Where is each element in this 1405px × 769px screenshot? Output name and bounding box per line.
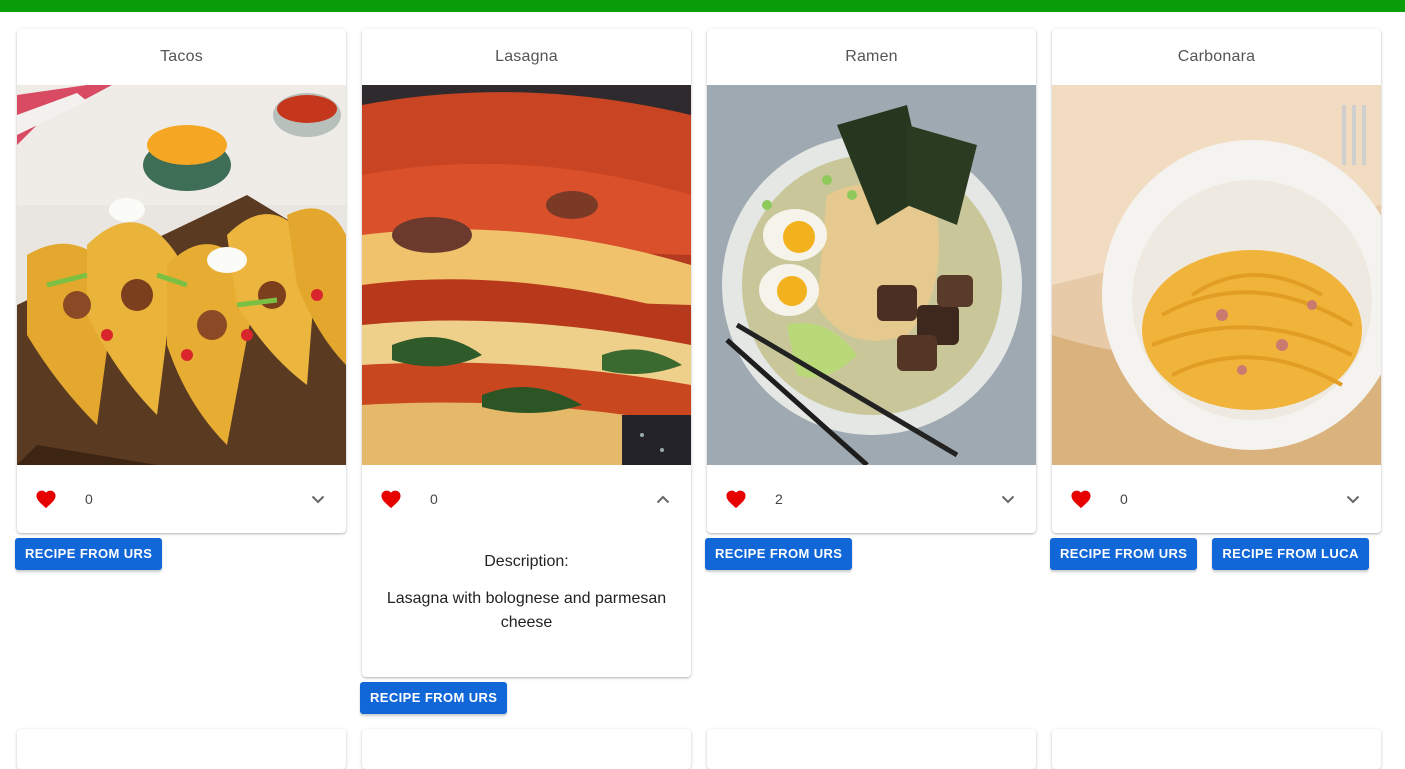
card-actions: 0 <box>17 465 346 533</box>
recipe-from-urs-button[interactable]: RECIPE FROM URS <box>360 682 508 714</box>
chevron-up-icon[interactable] <box>651 487 675 511</box>
recipe-card-next-row <box>17 729 346 769</box>
recipe-from-urs-button[interactable]: RECIPE FROM URS <box>15 538 163 570</box>
ramen-photo <box>707 85 1036 465</box>
recipe-column-lasagna: Lasagna 0 Description: Lasagna with bolo… <box>360 29 691 714</box>
recipe-card-next-row <box>707 729 1036 769</box>
recipe-buttons: RECIPE FROM URS <box>705 538 1036 570</box>
recipe-card: Ramen 2 <box>707 29 1036 533</box>
card-description: Description: Lasagna with bolognese and … <box>362 533 691 677</box>
heart-icon[interactable] <box>723 486 749 512</box>
tacos-photo <box>17 85 346 465</box>
card-actions: 2 <box>707 465 1036 533</box>
recipe-card: Carbonara 0 <box>1052 29 1381 533</box>
card-title: Lasagna <box>495 48 558 65</box>
recipe-buttons: RECIPE FROM URS <box>15 538 346 570</box>
description-heading: Description: <box>484 553 569 570</box>
card-title: Ramen <box>845 48 898 65</box>
recipe-card: Tacos 0 <box>17 29 346 533</box>
like-count: 2 <box>775 491 783 507</box>
chevron-down-icon[interactable] <box>306 487 330 511</box>
recipe-from-urs-button[interactable]: RECIPE FROM URS <box>1050 538 1198 570</box>
recipe-from-urs-button[interactable]: RECIPE FROM URS <box>705 538 853 570</box>
recipe-card: Lasagna 0 Description: Lasagna with bolo… <box>362 29 691 677</box>
card-title: Tacos <box>160 48 203 65</box>
heart-icon[interactable] <box>378 486 404 512</box>
like-count: 0 <box>85 491 93 507</box>
recipe-column-carbonara: Carbonara 0 RECIPE FROM URS RECIPE FROM … <box>1050 29 1381 570</box>
recipe-card-next-row <box>362 729 691 769</box>
card-title: Carbonara <box>1177 48 1256 65</box>
card-actions: 0 <box>1052 465 1381 533</box>
heart-icon[interactable] <box>1068 486 1094 512</box>
chevron-down-icon[interactable] <box>996 487 1020 511</box>
top-accent-bar <box>0 0 1405 12</box>
recipe-from-luca-button[interactable]: RECIPE FROM LUCA <box>1212 538 1369 570</box>
chevron-down-icon[interactable] <box>1341 487 1365 511</box>
like-count: 0 <box>1120 491 1128 507</box>
recipe-card-next-row <box>1052 729 1381 769</box>
card-actions: 0 <box>362 465 691 533</box>
like-count: 0 <box>430 491 438 507</box>
recipe-column-tacos: Tacos 0 RECIPE FROM URS <box>15 29 346 570</box>
heart-icon[interactable] <box>33 486 59 512</box>
carbonara-photo <box>1052 85 1381 465</box>
description-text: Lasagna with bolognese and parmesan chee… <box>386 590 667 631</box>
recipe-buttons: RECIPE FROM URS RECIPE FROM LUCA <box>1050 538 1381 570</box>
lasagna-photo <box>362 85 691 465</box>
recipe-column-ramen: Ramen 2 RECIPE FROM URS <box>705 29 1036 570</box>
recipe-buttons: RECIPE FROM URS <box>360 682 691 714</box>
